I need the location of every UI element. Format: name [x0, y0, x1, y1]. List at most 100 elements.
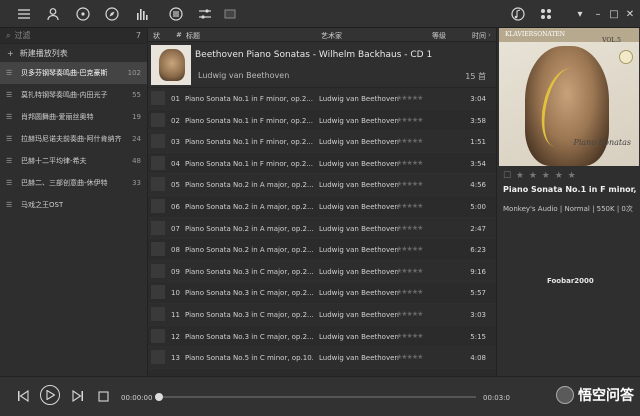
track-duration: 6:23 [470, 246, 486, 255]
track-number: 10 [171, 289, 180, 298]
track-row[interactable]: 09 Piano Sonata No.3 in C major, op.2... L… [148, 260, 496, 283]
track-row[interactable]: 11 Piano Sonata No.3 in C major, op.2... L… [148, 303, 496, 326]
track-number: 05 [171, 181, 180, 190]
playlist-item[interactable]: ☰ 贝多芬钢琴奏鸣曲-巴克豪斯 102 [0, 62, 147, 84]
previous-icon[interactable] [17, 389, 29, 404]
track-row[interactable]: 07 Piano Sonata No.2 in A major, op.2... L… [148, 217, 496, 240]
equalizer-icon[interactable] [134, 6, 150, 22]
column-artist[interactable]: 艺术家 [321, 31, 342, 41]
track-artist: Ludwig van Beethoven [319, 159, 399, 168]
playlist-item[interactable]: ☰ 拉赫玛尼诺夫前奏曲-阿什肯纳齐 24 [0, 128, 147, 150]
track-artist: Ludwig van Beethoven [319, 310, 399, 319]
track-rating[interactable]: ★★★★★ [396, 353, 423, 361]
track-row[interactable]: 12 Piano Sonata No.3 in C major, op.2... L… [148, 326, 496, 348]
play-button[interactable] [40, 385, 60, 405]
cover-label: KLAVIERSONATEN [505, 31, 566, 38]
track-row[interactable]: 05 Piano Sonata No.2 in A major, op.2... L… [148, 174, 496, 196]
album-cover-thumb [151, 45, 191, 85]
track-status-cell [151, 263, 165, 278]
track-artist: Ludwig van Beethoven [319, 246, 399, 255]
rating-stars[interactable]: ☐ ★ ★ ★ ★ ★ [503, 171, 577, 181]
maximize-icon[interactable]: □ [606, 6, 622, 22]
window-icon[interactable] [222, 6, 238, 22]
now-playing-info: Monkey's Audio | Normal | 550K | 0次 [503, 205, 633, 213]
playlist-item[interactable]: ☰ 巴赫二、三部创意曲-休伊特 33 [0, 172, 147, 194]
track-row[interactable]: 02 Piano Sonata No.1 in F minor, op.2... L… [148, 110, 496, 132]
list-icon: ☰ [6, 201, 13, 209]
track-title: Piano Sonata No.2 in A major, op.2... [185, 224, 313, 233]
track-rating[interactable]: ★★★★★ [396, 267, 423, 275]
track-rating[interactable]: ★★★★★ [396, 224, 423, 232]
playlist-item[interactable]: ☰ 莫扎特钢琴奏鸣曲-内田光子 55 [0, 84, 147, 106]
list-icon[interactable] [16, 6, 32, 22]
track-rating[interactable]: ★★★★★ [396, 180, 423, 188]
track-status-cell [151, 155, 165, 170]
disc-icon[interactable] [75, 6, 91, 22]
track-row[interactable]: 13 Piano Sonata No.5 in C minor, op.10...… [148, 347, 496, 369]
track-status-cell [151, 306, 165, 321]
user-icon[interactable] [45, 6, 61, 22]
track-duration: 2:47 [470, 224, 486, 233]
track-row[interactable]: 03 Piano Sonata No.1 in F minor, op.2... L… [148, 131, 496, 153]
close-icon[interactable]: ✕ [622, 6, 638, 22]
player-bar: 00:00:00 00:03:0 悟空问答 [0, 376, 640, 416]
column-status[interactable]: 状 [153, 31, 160, 41]
new-playlist-label: 新建播放列表 [19, 48, 68, 58]
album-group-header[interactable]: Beethoven Piano Sonatas - Wilhelm Backha… [148, 42, 496, 88]
track-rating[interactable]: ★★★★★ [396, 310, 423, 318]
seek-bar[interactable] [155, 393, 476, 401]
track-row[interactable]: 04 Piano Sonata No.1 in F minor, op.2... L… [148, 153, 496, 175]
track-number: 07 [171, 224, 180, 233]
next-icon[interactable] [72, 389, 84, 404]
album-title: Beethoven Piano Sonatas - Wilhelm Backha… [195, 50, 433, 60]
track-rating[interactable]: ★★★★★ [396, 159, 423, 167]
track-row[interactable]: 08 Piano Sonata No.2 in A major, op.2... L… [148, 239, 496, 261]
track-artist: Ludwig van Beethoven [319, 354, 399, 363]
column-time[interactable]: 时间 [472, 31, 486, 41]
minimize-icon[interactable]: – [590, 6, 606, 22]
track-artist: Ludwig van Beethoven [319, 138, 399, 147]
track-row[interactable]: 06 Piano Sonata No.2 in A major, op.2... L… [148, 196, 496, 218]
track-duration: 3:03 [470, 310, 486, 319]
track-row[interactable]: 01 Piano Sonata No.1 in F minor, op.2... L… [148, 88, 496, 110]
track-rating[interactable]: ★★★★★ [396, 202, 423, 210]
track-rating[interactable]: ★★★★★ [396, 94, 423, 102]
track-status-cell [151, 177, 165, 192]
track-number: 13 [171, 354, 180, 363]
scroll-right-icon[interactable]: › [488, 31, 491, 39]
column-rating[interactable]: 等级 [432, 31, 446, 41]
track-number: 01 [171, 95, 180, 103]
stop-icon[interactable] [98, 391, 109, 404]
compass-icon[interactable] [104, 6, 120, 22]
playlist-item[interactable]: ☰ 巴赫十二平均律-希夫 48 [0, 150, 147, 172]
time-total: 00:03:0 [483, 394, 510, 402]
track-status-cell [151, 328, 165, 343]
filter-placeholder: 过滤 [14, 31, 31, 40]
playlist-item[interactable]: ☰ 肖邦圆舞曲-爱丽丝奥特 19 [0, 106, 147, 128]
track-rating[interactable]: ★★★★★ [396, 288, 423, 296]
track-row[interactable]: 10 Piano Sonata No.3 in C major, op.2... L… [148, 282, 496, 304]
chevron-down-icon[interactable]: ▾ [572, 6, 588, 22]
album-cover-art: KLAVIERSONATEN VOL.5 Piano Sonatas [499, 28, 639, 166]
album-artist: Ludwig van Beethoven [198, 71, 290, 80]
track-rating[interactable]: ★★★★★ [396, 137, 423, 145]
list-icon: ☰ [6, 91, 13, 99]
new-playlist-button[interactable]: + 新建播放列表 [0, 44, 147, 62]
seek-handle[interactable] [155, 393, 163, 401]
track-rating[interactable]: ★★★★★ [396, 245, 423, 253]
track-rating[interactable]: ★★★★★ [396, 332, 423, 340]
track-status-cell [151, 112, 165, 127]
track-duration: 9:16 [470, 267, 486, 276]
filter-field[interactable]: ⌕ 过滤 7 [0, 28, 147, 44]
track-duration: 3:54 [470, 159, 486, 168]
track-rating[interactable]: ★★★★★ [396, 116, 423, 124]
playlist-item[interactable]: ☰ 马戏之王OST [0, 194, 147, 216]
grid-icon[interactable] [538, 6, 554, 22]
music-note-icon[interactable] [510, 6, 526, 22]
column-title[interactable]: 标题 [186, 31, 200, 41]
menu-circle-icon[interactable] [168, 6, 184, 22]
sliders-icon[interactable] [197, 6, 213, 22]
column-num[interactable]: # [176, 31, 182, 39]
list-icon: ☰ [6, 113, 13, 121]
album-track-count: 15 首 [465, 72, 486, 81]
